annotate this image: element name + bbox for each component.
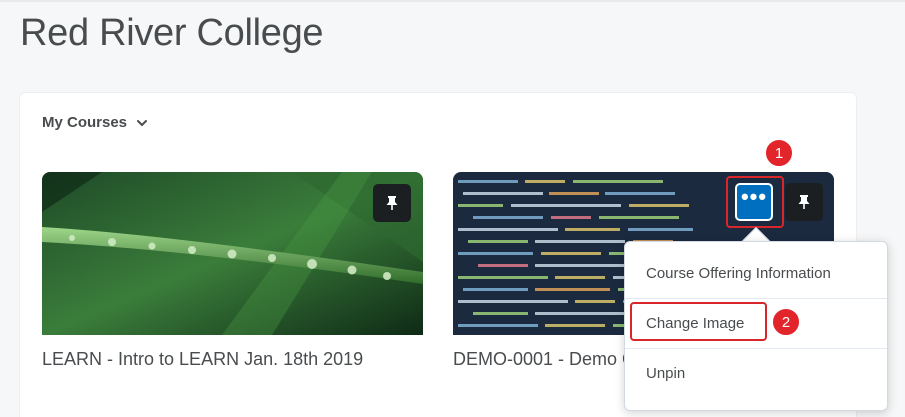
annotation-callout: 2 xyxy=(771,307,801,337)
pin-button[interactable] xyxy=(373,184,411,222)
widget-header[interactable]: My Courses xyxy=(42,114,148,131)
widget-title: My Courses xyxy=(42,114,128,131)
chevron-down-icon xyxy=(137,119,148,126)
top-divider xyxy=(0,0,905,2)
course-image xyxy=(42,172,423,335)
pin-icon xyxy=(386,196,398,210)
menu-item-unpin[interactable]: Unpin xyxy=(625,348,887,398)
annotation-highlight xyxy=(630,302,767,341)
course-name[interactable]: LEARN - Intro to LEARN Jan. 18th 2019 xyxy=(42,349,423,370)
page-title: Red River College xyxy=(20,12,324,54)
menu-item-course-offering-info[interactable]: Course Offering Information xyxy=(625,248,887,298)
pin-button[interactable] xyxy=(785,183,823,221)
pin-icon xyxy=(798,195,810,209)
annotation-highlight xyxy=(726,176,784,228)
annotation-callout: 1 xyxy=(764,138,794,168)
course-tile[interactable]: LEARN - Intro to LEARN Jan. 18th 2019 xyxy=(42,172,423,370)
